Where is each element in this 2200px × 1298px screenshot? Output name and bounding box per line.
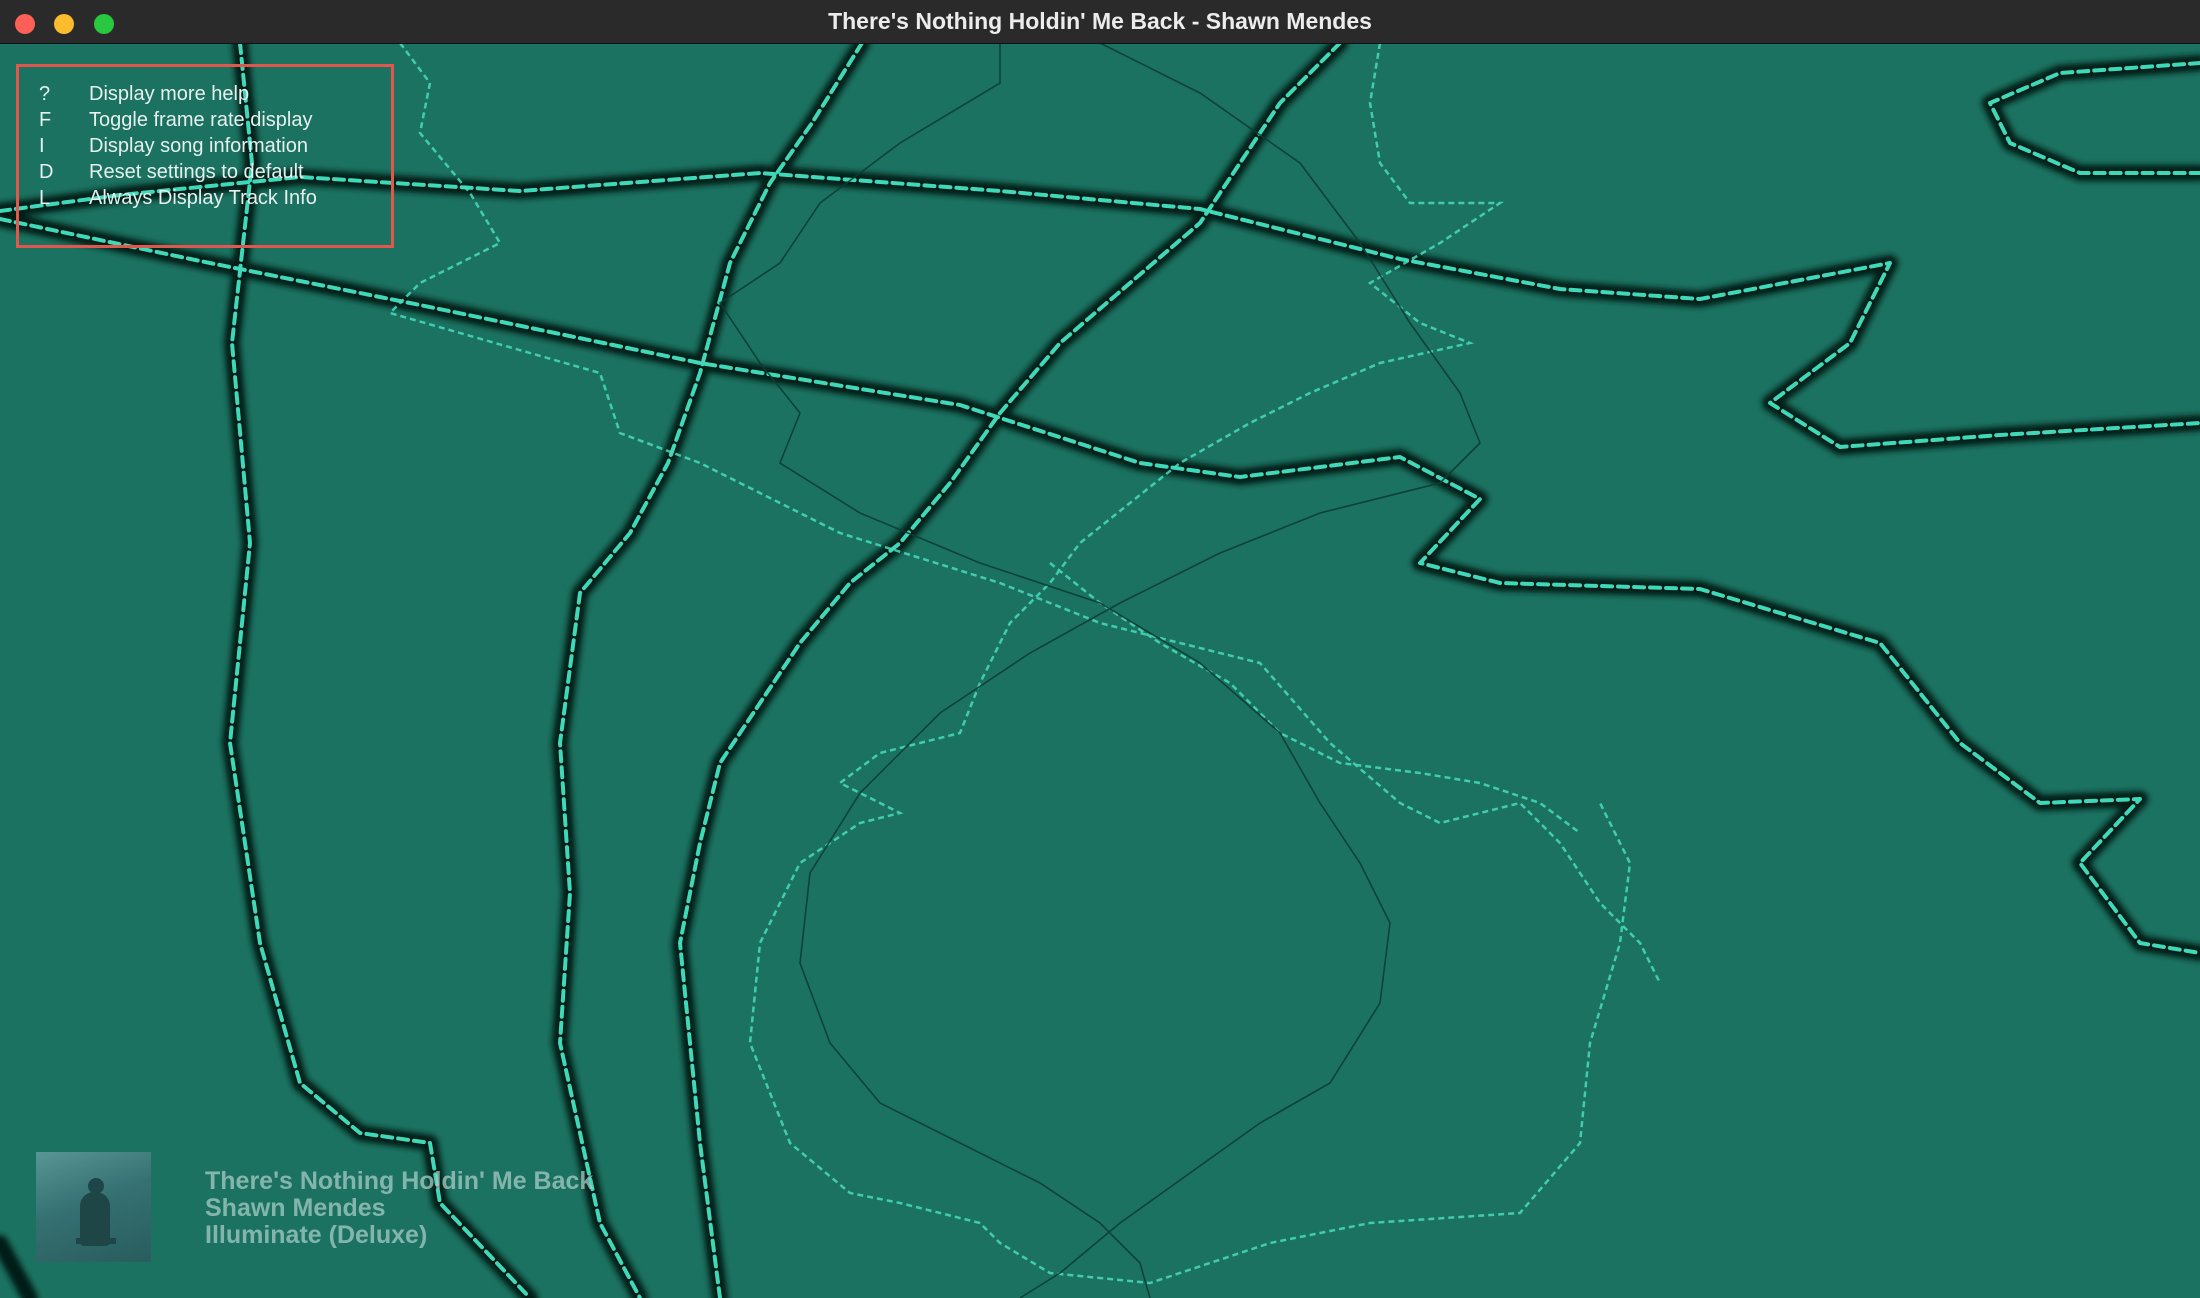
help-key: L xyxy=(39,187,51,209)
help-description: Reset settings to default xyxy=(89,161,304,183)
help-key: D xyxy=(39,161,54,183)
help-key: F xyxy=(39,109,52,131)
help-key: ? xyxy=(39,83,51,105)
help-item-reset: D Reset settings to default xyxy=(39,159,317,185)
track-text: There's Nothing Holdin' Me Back Shawn Me… xyxy=(205,1168,593,1264)
visualizer-window: There's Nothing Holdin' Me Back - Shawn … xyxy=(0,0,2200,1298)
album-art-chair xyxy=(76,1238,116,1244)
window-title: There's Nothing Holdin' Me Back - Shawn … xyxy=(828,8,1372,34)
help-description: Display song information xyxy=(89,135,308,157)
album-art-image xyxy=(36,1152,151,1262)
help-description: Toggle frame rate display xyxy=(89,109,313,131)
faint-wave-lines xyxy=(718,43,1481,1298)
help-item-frame-rate: F Toggle frame rate display xyxy=(39,107,317,133)
track-title: There's Nothing Holdin' Me Back xyxy=(205,1167,594,1195)
help-description: Always Display Track Info xyxy=(89,187,317,209)
help-item-help: ? Display more help xyxy=(39,81,317,107)
help-overlay: ? Display more help F Toggle frame rate … xyxy=(16,64,394,248)
thin-wave-lines xyxy=(387,43,1662,1285)
track-artist: Shawn Mendes xyxy=(205,1194,386,1222)
track-info: There's Nothing Holdin' Me Back Shawn Me… xyxy=(36,1152,593,1264)
title-bar[interactable]: There's Nothing Holdin' Me Back - Shawn … xyxy=(0,0,2200,44)
track-album: Illuminate (Deluxe) xyxy=(205,1221,428,1249)
help-key: I xyxy=(39,135,45,157)
help-description: Display more help xyxy=(89,83,250,105)
help-item-song-info: I Display song information xyxy=(39,133,317,159)
help-item-track-info: L Always Display Track Info xyxy=(39,185,317,211)
help-list: ? Display more help F Toggle frame rate … xyxy=(39,81,317,211)
